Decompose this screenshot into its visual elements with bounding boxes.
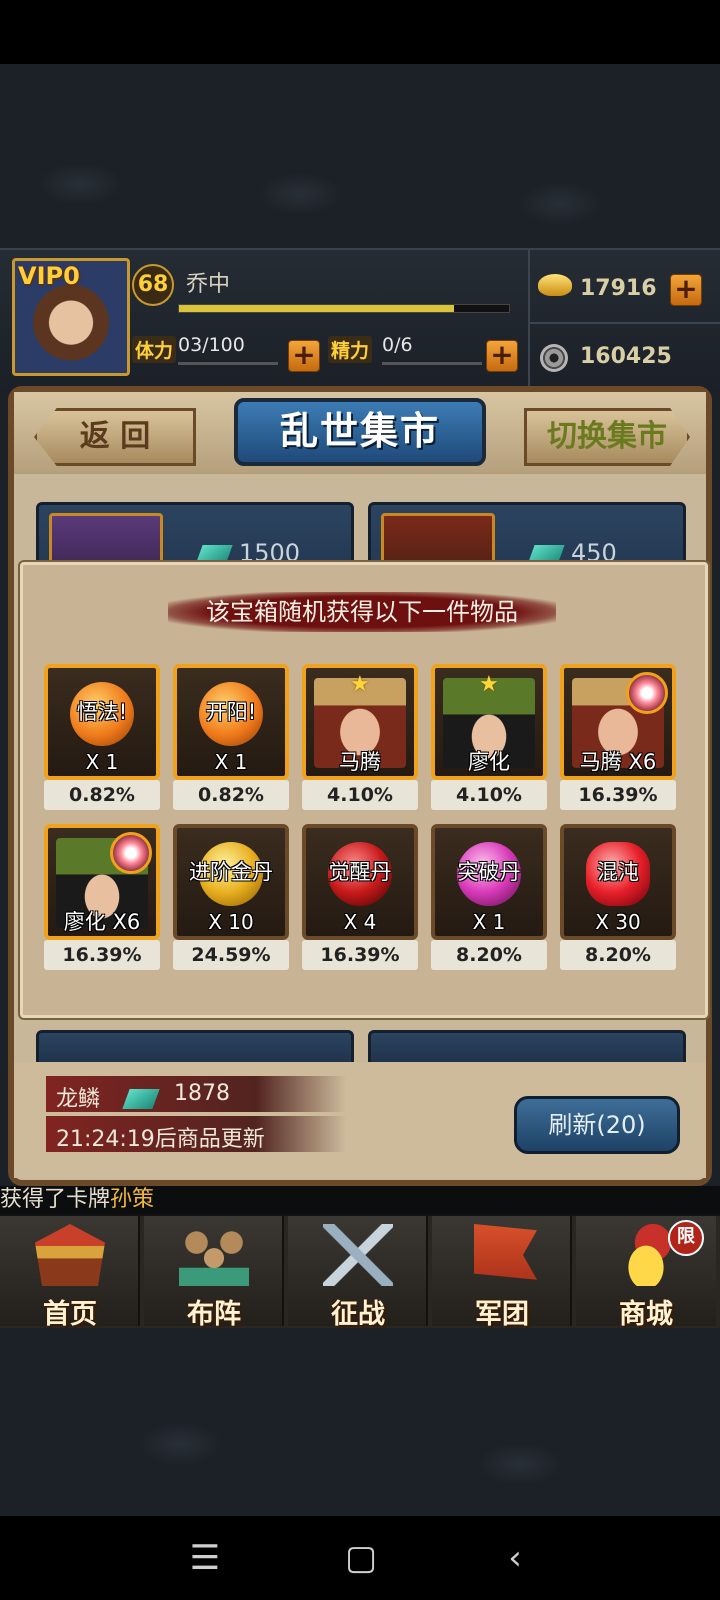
energy-bar	[382, 362, 482, 365]
header-divider-horizontal	[530, 322, 720, 324]
reward-item-name: 马腾	[339, 750, 381, 774]
gold-amount: 17916	[580, 276, 657, 301]
refresh-button[interactable]: 刷新(20)	[514, 1096, 680, 1154]
header-divider	[528, 250, 530, 388]
reward-item[interactable]: 悟法! X 1	[44, 664, 160, 780]
nav-formation-label: 布阵	[187, 1299, 241, 1330]
reward-item[interactable]: 觉醒丹 X 4	[302, 824, 418, 940]
fragment-flare-icon	[110, 832, 152, 874]
reward-item-name: 觉醒丹	[328, 860, 392, 884]
exp-bar-fill	[179, 305, 454, 312]
back-button[interactable]: 返 回	[34, 408, 196, 466]
popup-title: 该宝箱随机获得以下一件物品	[168, 592, 556, 632]
reward-item[interactable]: 马腾 X6	[560, 664, 676, 780]
star-icon: ★	[479, 672, 499, 697]
reward-chance: 0.82%	[173, 780, 289, 810]
reward-item[interactable]: 混沌 X 30	[560, 824, 676, 940]
reward-item-name: 开阳!	[205, 700, 257, 724]
copper-coin-icon	[540, 344, 568, 372]
nav-shop-label: 商城	[619, 1299, 673, 1330]
reward-item[interactable]: 廖化 X6	[44, 824, 160, 940]
reward-chance: 4.10%	[302, 780, 418, 810]
vip-badge: VIP0	[18, 262, 80, 290]
reward-item-qty: X 10	[208, 910, 254, 934]
level-badge: 68	[132, 264, 174, 306]
menu-icon[interactable]: ☰	[180, 1536, 230, 1580]
nav-legion[interactable]: 军团	[432, 1216, 572, 1330]
reward-item-name: 悟法!	[76, 700, 128, 724]
news-ticker: 获得了卡牌孙策	[0, 1186, 720, 1214]
reward-item-name: 马腾 X6	[579, 750, 657, 774]
reward-item-name: 廖化 X6	[63, 910, 141, 934]
back-chevron-icon[interactable]: ‹	[490, 1536, 540, 1580]
dragon-scale-label: 龙鳞	[56, 1087, 101, 1112]
reward-chance: 16.39%	[560, 780, 676, 810]
reward-item[interactable]: 突破丹 X 1	[431, 824, 547, 940]
reward-item-name: 廖化	[468, 750, 510, 774]
reward-item[interactable]: 进阶金丹 X 10	[173, 824, 289, 940]
nav-formation[interactable]: 布阵	[144, 1216, 284, 1330]
reward-item-name: 混沌	[597, 860, 639, 884]
reward-chance: 16.39%	[302, 940, 418, 970]
energy-plus-button[interactable]: +	[486, 340, 518, 372]
limited-badge: 限	[668, 1220, 704, 1256]
gold-ingot-icon	[538, 274, 572, 296]
reward-item[interactable]: ★ 廖化	[431, 664, 547, 780]
reward-chance: 8.20%	[431, 940, 547, 970]
dragon-scale-value: 1878	[174, 1081, 230, 1106]
ticker-prefix: 获得了卡牌	[0, 1187, 111, 1212]
stamina-label: 体力	[132, 336, 177, 363]
home-square-icon[interactable]: ▢	[336, 1536, 386, 1580]
nav-battle-label: 征战	[331, 1299, 385, 1330]
energy-value: 0/6	[382, 334, 413, 356]
star-icon: ★	[350, 672, 370, 697]
reward-item-qty: X 1	[214, 750, 248, 774]
reward-chance: 0.82%	[44, 780, 160, 810]
reward-item-name: 进阶金丹	[189, 860, 273, 884]
crossed-swords-icon	[323, 1224, 393, 1286]
switch-market-button[interactable]: 切换集市	[524, 408, 690, 466]
reward-item-qty: X 1	[85, 750, 119, 774]
coin-amount: 160425	[580, 344, 672, 369]
war-banner-icon	[474, 1224, 537, 1280]
fragment-flare-icon	[626, 672, 668, 714]
stamina-value: 03/100	[178, 334, 245, 356]
nav-home-label: 首页	[43, 1299, 97, 1330]
gold-plus-button[interactable]: +	[670, 274, 702, 306]
reward-chance: 16.39%	[44, 940, 160, 970]
player-name: 乔中	[186, 272, 231, 297]
reward-chance: 24.59%	[173, 940, 289, 970]
reward-item-name: 突破丹	[457, 860, 521, 884]
chess-pieces-icon	[179, 1224, 249, 1286]
nav-legion-label: 军团	[475, 1299, 529, 1330]
reward-item-qty: X 30	[595, 910, 641, 934]
reward-item[interactable]: 开阳! X 1	[173, 664, 289, 780]
reward-item-qty: X 4	[343, 910, 377, 934]
reward-item[interactable]: ★ 马腾	[302, 664, 418, 780]
refresh-timer: 21:24:19后商品更新	[56, 1127, 265, 1152]
stamina-plus-button[interactable]: +	[288, 340, 320, 372]
ticker-card-name: 孙策	[110, 1187, 155, 1212]
market-title: 乱世集市	[234, 398, 486, 466]
nav-home[interactable]: 首页	[0, 1216, 140, 1330]
nav-battle[interactable]: 征战	[288, 1216, 428, 1330]
reward-chance: 4.10%	[431, 780, 547, 810]
reward-item-qty: X 1	[472, 910, 506, 934]
stamina-bar	[178, 362, 278, 365]
palace-icon	[35, 1224, 105, 1286]
energy-label: 精力	[328, 336, 373, 363]
reward-chance: 8.20%	[560, 940, 676, 970]
